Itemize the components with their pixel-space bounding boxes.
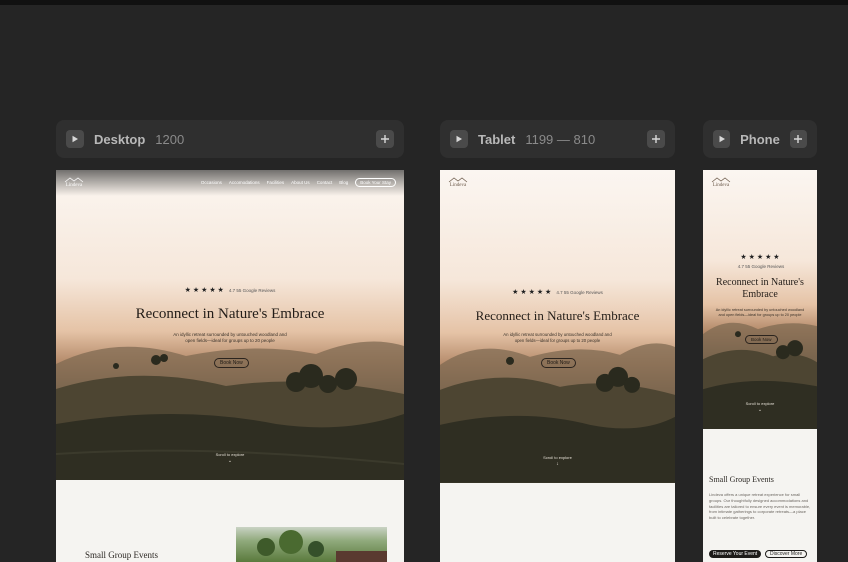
nav-link-about[interactable]: About Us [291, 180, 310, 185]
scroll-indicator[interactable]: Scroll to explore ⌄ [56, 452, 404, 464]
breakpoint-name: Tablet [478, 131, 516, 147]
event-photo [236, 527, 387, 562]
site-nav: Lindeva [440, 174, 675, 190]
section-text: Lindeva offers a unique retreat experien… [709, 492, 811, 521]
logo-text: Lindeva [712, 182, 730, 188]
breakpoint-name: Phone [740, 131, 780, 147]
site-nav: Lindeva Occasions Accomodations Faciliti… [56, 174, 404, 190]
discover-more-button[interactable]: Discover More [765, 550, 808, 558]
nav-link-blog[interactable]: Blog [339, 180, 348, 185]
rating-row: ★ ★ ★ ★ ★ 4.7 55 Google Reviews [440, 288, 675, 296]
plus-icon[interactable] [376, 130, 394, 148]
breakpoint-name: Desktop [94, 131, 146, 147]
play-icon[interactable] [66, 130, 84, 148]
phone-frame[interactable]: Lindeva ★ ★ ★ ★ ★ 4.7 55 Google Reviews … [703, 170, 817, 562]
breakpoint-header-tablet[interactable]: Tablet 1199 — 810 [440, 120, 675, 158]
hero-subtext: An idyllic retreat surrounded by untouch… [173, 332, 287, 344]
scroll-label: Scroll to explore [543, 455, 572, 460]
reviews-row: 4.7 55 Google Reviews [703, 264, 817, 269]
chevron-down-icon: ⌄ [227, 458, 233, 464]
reserve-event-button[interactable]: Reserve Your Event [709, 550, 762, 558]
nav-link-occasions[interactable]: Occasions [201, 180, 222, 185]
reviews-count: 4.7 55 Google Reviews [556, 289, 603, 295]
star-icons: ★ ★ ★ ★ ★ [184, 287, 224, 294]
site-nav: Lindeva [703, 174, 817, 190]
logo-text: Lindeva [449, 182, 467, 188]
rating-row: ★ ★ ★ ★ ★ 4.7 55 Google Reviews [56, 286, 404, 294]
book-now-button[interactable]: Book Now [214, 358, 249, 368]
hero-section: Lindeva ★ ★ ★ ★ ★ 4.7 55 Google Reviews … [703, 170, 817, 429]
scroll-indicator[interactable]: Scroll to explore ↓ [440, 455, 675, 467]
hero-headline: Reconnect in Nature's Embrace [135, 306, 325, 322]
star-icons: ★ ★ ★ ★ ★ [740, 254, 780, 261]
book-now-button[interactable]: Book Now [541, 358, 576, 368]
chevron-down-icon: ⌄ [757, 407, 763, 413]
logo-text: Lindeva [65, 182, 83, 188]
nav-link-contact[interactable]: Contact [317, 180, 333, 185]
book-stay-button[interactable]: Book Your Stay [355, 177, 396, 187]
tablet-frame[interactable]: Lindeva ★ ★ ★ ★ ★ 4.7 55 Google Reviews … [440, 170, 675, 562]
breakpoint-range: 1199 — 810 [525, 131, 596, 147]
hero-headline: Reconnect in Nature's Embrace [475, 308, 640, 323]
scroll-label: Scroll to explore [745, 401, 775, 406]
site-logo[interactable]: Lindeva [448, 177, 468, 188]
play-icon[interactable] [450, 130, 468, 148]
site-logo[interactable]: Lindeva [64, 177, 84, 188]
reviews-count: 4.7 55 Google Reviews [737, 264, 785, 269]
section-title: Small Group Events [709, 475, 774, 484]
plus-icon[interactable] [647, 130, 665, 148]
play-icon[interactable] [713, 130, 731, 148]
plus-icon[interactable] [789, 130, 807, 148]
hero-headline: Reconnect in Nature's Embrace [716, 277, 804, 300]
chevron-down-icon: ↓ [556, 461, 559, 467]
scroll-label: Scroll to explore [215, 452, 245, 457]
nav-link-accomodations[interactable]: Accomodations [229, 180, 260, 185]
hero-section: Lindeva ★ ★ ★ ★ ★ 4.7 55 Google Reviews … [440, 170, 675, 483]
book-now-button[interactable]: Book Now [745, 335, 778, 344]
breakpoint-range: 1200 [155, 131, 185, 147]
hero-subtext: An idyllic retreat surrounded by untouch… [503, 332, 612, 344]
rating-row: ★ ★ ★ ★ ★ [703, 253, 817, 261]
star-icons: ★ ★ ★ ★ ★ [512, 289, 552, 296]
site-logo[interactable]: Lindeva [711, 177, 731, 188]
breakpoint-header-phone[interactable]: Phone [703, 120, 817, 158]
scroll-indicator[interactable]: Scroll to explore ⌄ [703, 401, 817, 413]
breakpoint-header-desktop[interactable]: Desktop 1200 [56, 120, 404, 158]
hero-section: Lindeva Occasions Accomodations Faciliti… [56, 170, 404, 480]
desktop-frame[interactable]: Lindeva Occasions Accomodations Faciliti… [56, 170, 404, 562]
nav-links: Occasions Accomodations Facilities About… [201, 177, 396, 187]
section-title: Small Group Events [85, 550, 158, 560]
hero-subtext: An idyllic retreat surrounded by untouch… [715, 308, 805, 318]
nav-link-facilities[interactable]: Facilities [267, 180, 285, 185]
reviews-count: 4.7 55 Google Reviews [228, 287, 276, 293]
